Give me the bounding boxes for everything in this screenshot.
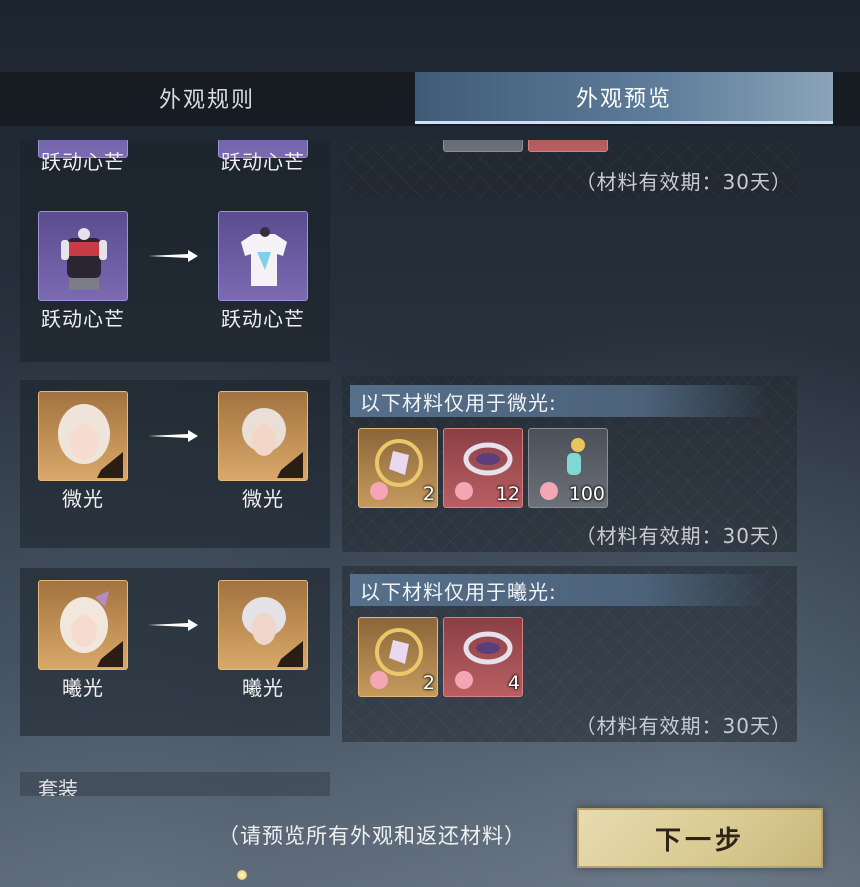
hairstyle-icon	[58, 404, 123, 478]
material-count: 2	[422, 672, 435, 694]
material-validity-xiguang: （材料有效期：30天）	[575, 714, 792, 738]
item-to-weiguang[interactable]	[218, 391, 308, 481]
item-to-xiguang[interactable]	[218, 580, 308, 670]
item-label-from-1: 跃动心芒	[41, 150, 125, 174]
item-to-jumping-heart-2[interactable]	[218, 211, 308, 301]
arrow-right-icon	[148, 430, 198, 442]
tab-appearance-preview[interactable]: 外观预览	[415, 72, 833, 124]
item-label-to-3: 微光	[242, 487, 284, 511]
material-count: 2	[422, 483, 435, 505]
item-from-weiguang[interactable]	[38, 391, 128, 481]
item-from-jumping-heart-2[interactable]	[38, 211, 128, 301]
material-item[interactable]: 4	[443, 617, 523, 697]
material-item[interactable]: 2	[358, 617, 438, 697]
hairstyle-icon	[60, 591, 123, 667]
outfit-icon	[61, 228, 107, 290]
footer-note: （请预览所有外观和返还材料）	[218, 824, 526, 848]
material-partial-2[interactable]	[443, 140, 523, 152]
arrow-right-icon	[148, 250, 198, 262]
hairstyle-icon	[242, 408, 303, 478]
material-item[interactable]: 2	[358, 428, 438, 508]
tshirt-icon	[241, 227, 287, 286]
material-validity-1: （材料有效期：30天）	[575, 170, 792, 194]
preview-list[interactable]: 跃动心芒 跃动心芒 （材料有效期：30天） 跃动心芒 跃动心芒 微光 微光 以下…	[20, 140, 810, 796]
item-label-to-1: 跃动心芒	[221, 150, 305, 174]
materials-header-weiguang: 以下材料仅用于微光:	[350, 385, 770, 417]
tab-appearance-rules[interactable]: 外观规则	[0, 72, 414, 124]
item-from-xiguang[interactable]	[38, 580, 128, 670]
glow-dot	[237, 870, 247, 880]
tab-bar: 外观规则 外观预览	[0, 72, 860, 126]
arrow-right-icon	[148, 619, 198, 631]
item-label-from-2: 跃动心芒	[41, 307, 125, 331]
next-step-button[interactable]: 下一步	[577, 808, 823, 868]
materials-header-xiguang: 以下材料仅用于曦光:	[350, 574, 770, 606]
hairstyle-icon	[242, 597, 303, 667]
material-count: 4	[507, 672, 520, 694]
item-label-to-4: 曦光	[242, 676, 284, 700]
item-label-to-2: 跃动心芒	[221, 307, 305, 331]
material-count: 12	[495, 483, 520, 505]
item-label-from-4: 曦光	[62, 676, 104, 700]
material-item[interactable]: 100	[528, 428, 608, 508]
item-label-from-3: 微光	[62, 487, 104, 511]
material-partial-1[interactable]	[358, 140, 438, 152]
material-partial-3[interactable]	[528, 140, 608, 152]
material-item[interactable]: 12	[443, 428, 523, 508]
section-label-outfit-set: 套装	[20, 772, 330, 796]
material-validity-weiguang: （材料有效期：30天）	[575, 524, 792, 548]
material-count: 100	[568, 483, 605, 505]
